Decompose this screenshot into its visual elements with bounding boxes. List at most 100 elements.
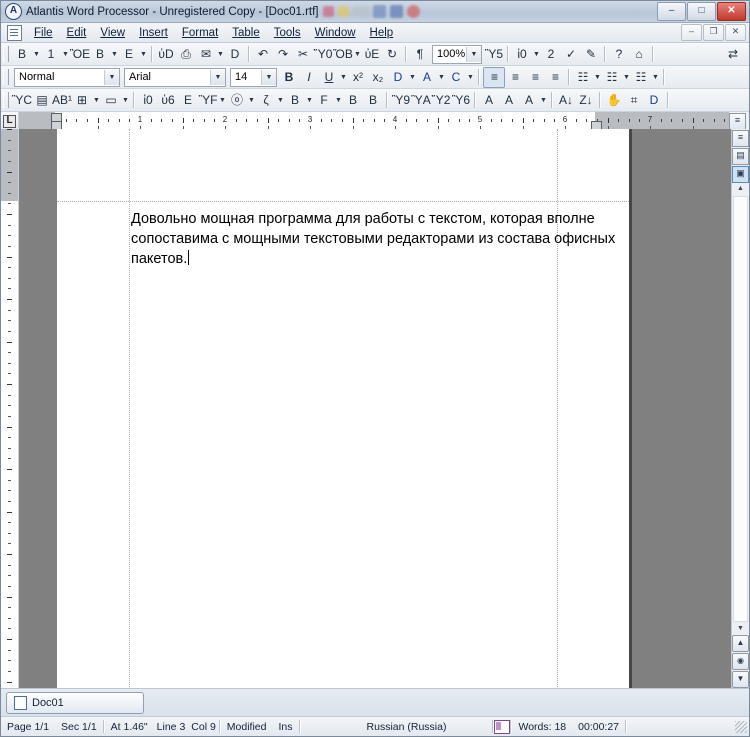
insert-frame-icon[interactable]: ▭ xyxy=(101,91,121,110)
sort-ascending-icon[interactable]: A↓ xyxy=(556,91,576,110)
document-canvas[interactable]: Довольно мощная программа для работы с т… xyxy=(19,129,731,689)
cut-icon[interactable]: ✂ xyxy=(293,45,313,64)
comment-icon[interactable]: Ὕ2 xyxy=(431,91,451,110)
page-view-button[interactable]: ▣ xyxy=(732,166,749,183)
print-layout-view-button[interactable]: ▤ xyxy=(732,148,749,165)
document-page[interactable]: Довольно мощная программа для работы с т… xyxy=(57,129,629,689)
open-folder-icon[interactable]: ὜1 xyxy=(41,45,61,64)
language-dropdown[interactable]: ▼ xyxy=(532,45,541,64)
mdi-minimize-button[interactable]: – xyxy=(681,24,702,41)
browse-object-selector[interactable]: ◉ xyxy=(732,653,749,670)
section-break-dropdown[interactable]: ▼ xyxy=(334,91,343,110)
insert-image-icon[interactable]: ὛC xyxy=(12,91,32,110)
insert-section-break-icon[interactable]: ὜F xyxy=(314,91,334,110)
document-tab-doc01[interactable]: Doc01 xyxy=(6,692,144,714)
find-icon[interactable]: ὐE xyxy=(362,45,382,64)
menu-format[interactable]: Format xyxy=(175,25,225,41)
change-case-icon[interactable]: A xyxy=(519,91,539,110)
mdi-close-button[interactable]: ✕ xyxy=(725,24,746,41)
insert-symbol-dropdown[interactable]: ▼ xyxy=(247,91,256,110)
font-name-combo[interactable]: Arial ▼ xyxy=(124,68,226,87)
menu-view[interactable]: View xyxy=(93,25,132,41)
insert-column-break-icon[interactable]: ὜B xyxy=(343,91,363,110)
new-document-dropdown[interactable]: ▼ xyxy=(32,45,41,64)
multilevel-list-icon[interactable]: ☷ xyxy=(631,68,651,87)
paragraph-style-combo[interactable]: Normal ▼ xyxy=(14,68,120,87)
scroll-up-arrow[interactable]: ▲ xyxy=(733,183,748,195)
font-color-icon[interactable]: A xyxy=(417,68,437,87)
switch-windows-icon[interactable]: ⇄ xyxy=(723,45,743,64)
minimize-button[interactable]: – xyxy=(657,2,686,21)
insert-textbox-icon[interactable]: ▤ xyxy=(32,91,52,110)
align-left-icon[interactable]: ≡ xyxy=(483,67,505,88)
hand-tool-icon[interactable]: ✋ xyxy=(604,91,624,110)
save-all-icon[interactable]: ὚B xyxy=(90,45,110,64)
template-dropdown[interactable]: ▼ xyxy=(139,45,148,64)
replace-icon[interactable]: ↻ xyxy=(382,45,402,64)
bold-icon[interactable]: B xyxy=(279,68,299,87)
save-icon[interactable]: ὋE xyxy=(70,45,90,64)
insert-object-dropdown[interactable]: ▼ xyxy=(218,91,227,110)
paste-dropdown[interactable]: ▼ xyxy=(353,45,362,64)
vertical-ruler[interactable] xyxy=(1,129,19,689)
thesaurus-icon[interactable]: ὜2 xyxy=(541,45,561,64)
align-right-icon[interactable]: ≡ xyxy=(525,68,545,87)
maximize-button[interactable]: □ xyxy=(687,2,716,21)
annotation-icon[interactable]: Ὓ6 xyxy=(451,91,471,110)
menu-table[interactable]: Table xyxy=(225,25,267,41)
insert-bookmark-icon[interactable]: ὑ6 xyxy=(158,91,178,110)
scrollbar-track[interactable] xyxy=(733,196,748,622)
menu-file[interactable]: File xyxy=(27,25,60,41)
underline-icon[interactable]: U xyxy=(319,68,339,87)
insert-file-icon[interactable]: ὜E xyxy=(178,91,198,110)
undo-icon[interactable]: ↶ xyxy=(253,45,273,64)
toolbar-grip[interactable] xyxy=(3,46,9,62)
format-painter-dropdown[interactable]: ▼ xyxy=(466,68,475,87)
insert-symbol-icon[interactable]: ⓞ xyxy=(227,91,247,110)
sort-descending-icon[interactable]: Z↓ xyxy=(576,91,596,110)
chevron-down-icon[interactable]: ▼ xyxy=(104,70,119,85)
save-as-template-icon[interactable]: ὜E xyxy=(119,45,139,64)
highlight-color-icon[interactable]: ὘D xyxy=(388,68,408,87)
numbered-list-dropdown[interactable]: ▼ xyxy=(622,68,631,87)
toolbar-grip[interactable] xyxy=(3,92,9,108)
page-break-dropdown[interactable]: ▼ xyxy=(305,91,314,110)
normal-view-button[interactable]: ≡ xyxy=(732,130,749,147)
decrease-font-size-icon[interactable]: A xyxy=(499,91,519,110)
spell-check-icon[interactable]: ✓ xyxy=(561,45,581,64)
align-center-icon[interactable]: ≡ xyxy=(505,68,525,87)
close-button[interactable]: ✕ xyxy=(717,2,746,21)
redo-icon[interactable]: ↷ xyxy=(273,45,293,64)
home-icon[interactable]: ⌂ xyxy=(629,45,649,64)
bullet-list-icon[interactable]: ☷ xyxy=(573,68,593,87)
paste-icon[interactable]: ὌB xyxy=(333,45,353,64)
highlighter-tool-icon[interactable]: ὘D xyxy=(644,91,664,110)
insert-footnote-dropdown[interactable]: ▼ xyxy=(276,91,285,110)
insert-page-break-icon[interactable]: ὜B xyxy=(285,91,305,110)
toolbar-grip[interactable] xyxy=(3,69,9,85)
insert-footnote-icon[interactable]: ζ xyxy=(256,91,276,110)
document-text[interactable]: Довольно мощная программа для работы с т… xyxy=(131,209,631,269)
normal-view-button[interactable]: ≡ xyxy=(729,113,746,130)
browse-previous-button[interactable]: ▲ xyxy=(732,635,749,652)
chevron-down-icon[interactable]: ▼ xyxy=(466,47,481,62)
chevron-down-icon[interactable]: ▼ xyxy=(261,70,276,85)
page-number-icon[interactable]: ὛA xyxy=(411,91,431,110)
send-mail-icon[interactable]: ✉ xyxy=(196,45,216,64)
header-footer-icon[interactable]: Ὓ9 xyxy=(391,91,411,110)
multilevel-list-dropdown[interactable]: ▼ xyxy=(651,68,660,87)
copy-icon[interactable]: Ὕ0 xyxy=(313,45,333,64)
resize-grip[interactable] xyxy=(735,721,747,733)
new-document-icon[interactable]: ὜B xyxy=(12,45,32,64)
spell-check-book-icon[interactable] xyxy=(494,720,510,734)
browse-next-button[interactable]: ▼ xyxy=(732,671,749,688)
insert-table-icon[interactable]: ⊞ xyxy=(72,91,92,110)
numbered-list-icon[interactable]: ☷ xyxy=(602,68,622,87)
select-browser-icon[interactable]: ⌗ xyxy=(624,91,644,110)
send-dropdown[interactable]: ▼ xyxy=(216,45,225,64)
increase-font-size-icon[interactable]: A xyxy=(479,91,499,110)
page-setup-icon[interactable]: ὜D xyxy=(225,45,245,64)
superscript-icon[interactable]: x² xyxy=(348,68,368,87)
font-color-dropdown[interactable]: ▼ xyxy=(437,68,446,87)
scroll-down-arrow[interactable]: ▼ xyxy=(733,623,748,635)
